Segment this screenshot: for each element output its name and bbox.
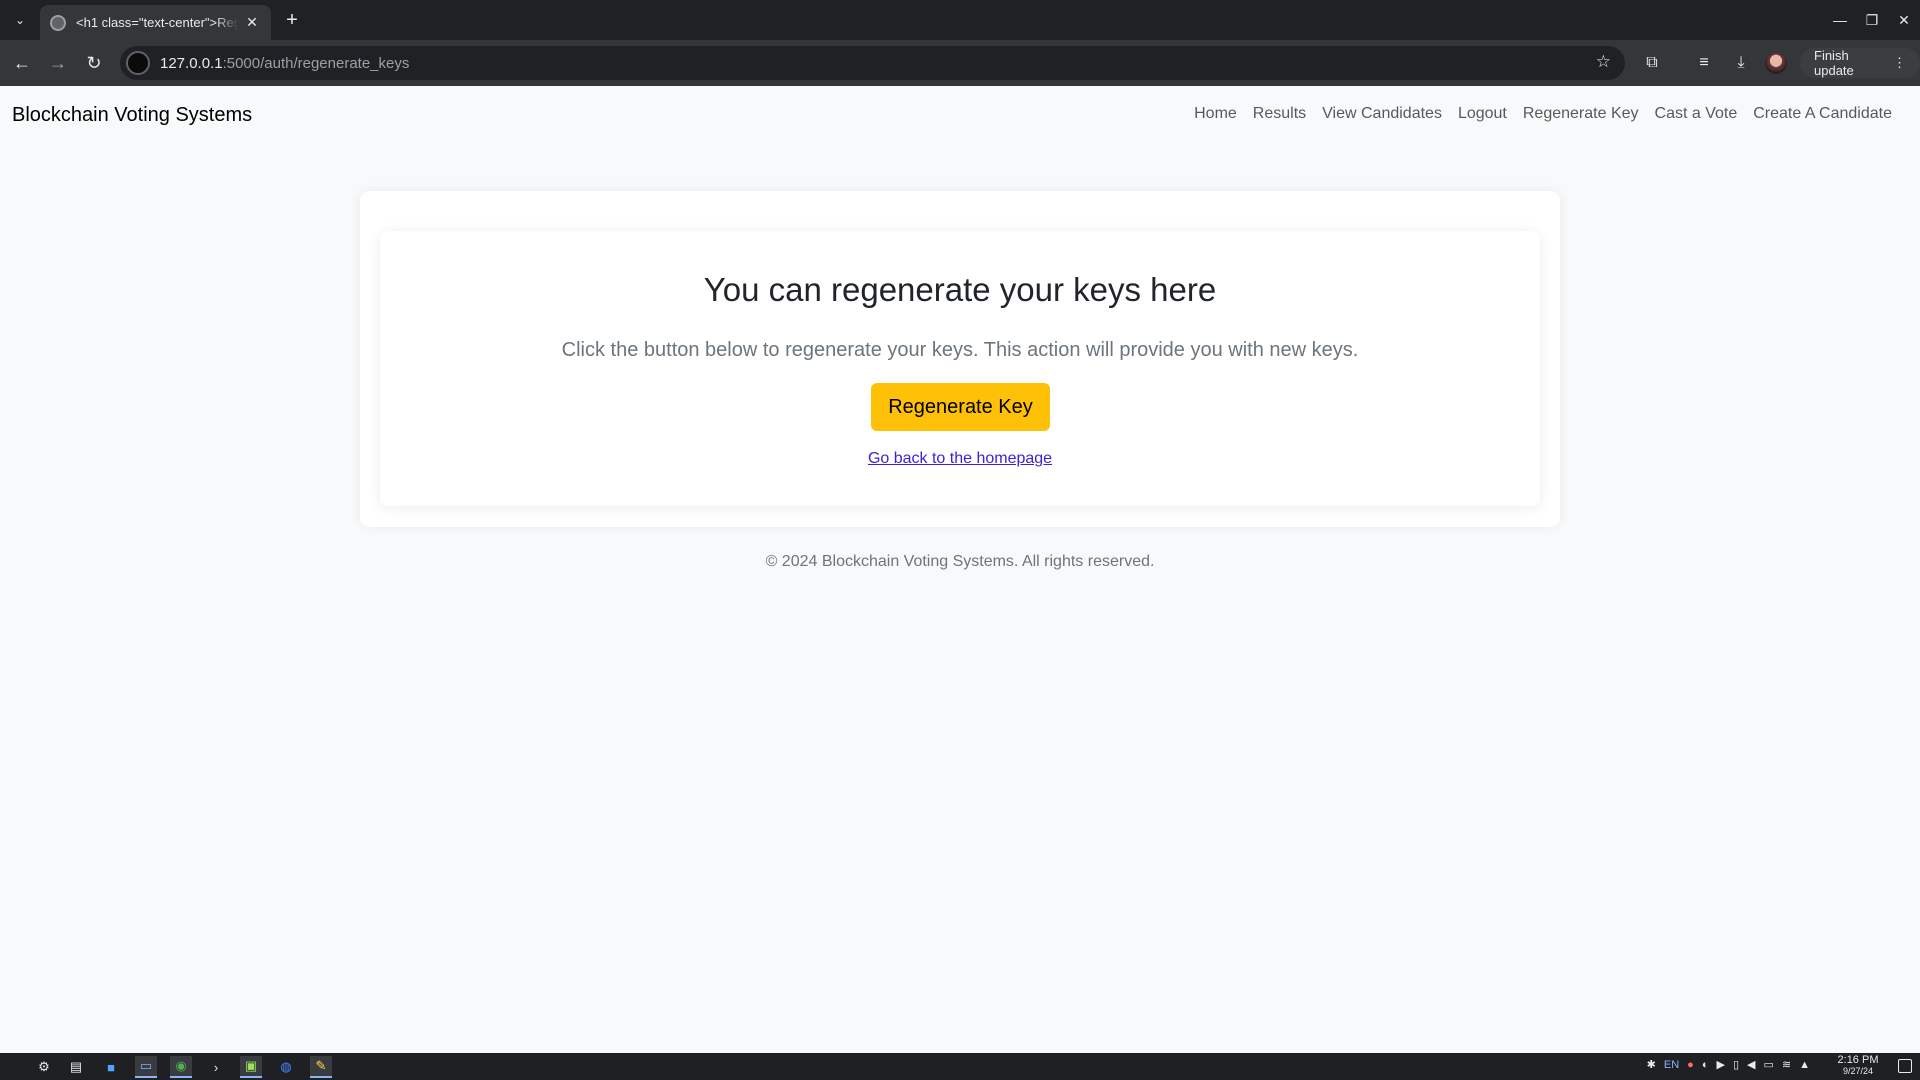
finish-update-button[interactable]: Finish update ⋮ bbox=[1800, 48, 1920, 78]
reload-icon[interactable]: ↻ bbox=[80, 49, 108, 77]
description-text: Click the button below to regenerate you… bbox=[561, 339, 1359, 361]
download-icon[interactable]: ⤓ bbox=[1727, 49, 1755, 77]
os-taskbar: ⚙ ▤ ■ ▭ ◉ › ▣ ◍ ✎ ✱ EN ● ◐ ▶ ▯ ◀ ▭ ≋ ▲ 2… bbox=[0, 1053, 1920, 1080]
play-icon[interactable]: ▶ bbox=[1716, 1058, 1724, 1071]
task-manager-icon[interactable]: ▤ bbox=[65, 1056, 87, 1078]
tab-title: <h1 class="text-center">Regenerate Keys<… bbox=[76, 15, 239, 30]
finish-update-label: Finish update bbox=[1814, 48, 1854, 78]
color-picker-icon[interactable]: ● bbox=[1687, 1059, 1694, 1071]
bookmark-star-icon[interactable]: ☆ bbox=[1596, 52, 1611, 72]
browser-tab-bar: ⌄ <h1 class="text-center">Regenerate Key… bbox=[0, 0, 1920, 40]
notes-icon[interactable]: ✎ bbox=[310, 1056, 332, 1078]
notifications-icon[interactable]: ✱ bbox=[1647, 1058, 1656, 1071]
nav-link-view-candidates[interactable]: View Candidates bbox=[1314, 105, 1450, 123]
window-controls: — ❐ ✕ bbox=[1824, 0, 1920, 40]
url-path: :5000/auth/regenerate_keys bbox=[222, 54, 410, 72]
globe-icon bbox=[50, 14, 66, 31]
nav-link-create-candidate[interactable]: Create A Candidate bbox=[1745, 105, 1900, 123]
nav-link-home[interactable]: Home bbox=[1186, 105, 1245, 123]
homepage-link[interactable]: Go back to the homepage bbox=[380, 450, 1540, 468]
clock[interactable]: 2:16 PM 9/27/24 bbox=[1832, 1055, 1884, 1077]
chrome-icon[interactable]: ◉ bbox=[170, 1056, 192, 1078]
clock-date: 9/27/24 bbox=[1842, 1066, 1874, 1076]
menu-kebab-icon: ⋮ bbox=[1893, 55, 1906, 70]
forward-icon[interactable]: → bbox=[44, 49, 72, 77]
browser-tab[interactable]: <h1 class="text-center">Regenerate Keys<… bbox=[40, 5, 271, 40]
show-desktop-icon[interactable] bbox=[1898, 1059, 1912, 1073]
footer-text: © 2024 Blockchain Voting Systems. All ri… bbox=[765, 553, 1155, 570]
app-launcher-icon[interactable]: ⚙ bbox=[33, 1056, 55, 1078]
url-host: 127.0.0.1 bbox=[160, 54, 223, 72]
store-icon[interactable]: ■ bbox=[100, 1056, 122, 1078]
back-icon[interactable]: ← bbox=[8, 49, 36, 77]
address-bar[interactable]: 127.0.0.1:5000/auth/regenerate_keys ☆ bbox=[120, 46, 1625, 80]
close-window-icon[interactable]: ✕ bbox=[1888, 0, 1920, 40]
extensions-icon[interactable]: ⧉ bbox=[1638, 49, 1666, 77]
container-card: You can regenerate your keys here Click … bbox=[360, 191, 1560, 527]
restore-icon[interactable]: ❐ bbox=[1856, 0, 1888, 40]
file-manager-icon[interactable]: ▭ bbox=[135, 1056, 157, 1078]
system-tray: ✱ EN ● ◐ ▶ ▯ ◀ ▭ ≋ ▲ bbox=[1647, 1058, 1810, 1072]
clock-time: 2:16 PM bbox=[1837, 1054, 1879, 1066]
regenerate-key-button[interactable]: Regenerate Key bbox=[871, 383, 1050, 431]
terminal-icon[interactable]: › bbox=[205, 1056, 227, 1078]
nav-link-regenerate-key[interactable]: Regenerate Key bbox=[1515, 105, 1647, 123]
regenerate-card: You can regenerate your keys here Click … bbox=[380, 231, 1540, 506]
profile-avatar[interactable] bbox=[1765, 52, 1787, 74]
tab-search-icon[interactable]: ⌄ bbox=[8, 8, 32, 32]
language-indicator[interactable]: EN bbox=[1664, 1059, 1679, 1071]
page-title: You can regenerate your keys here bbox=[703, 271, 1217, 308]
tray-expand-icon[interactable]: ▲ bbox=[1799, 1059, 1810, 1071]
battery-icon[interactable]: ▭ bbox=[1763, 1058, 1773, 1071]
close-tab-icon[interactable]: ✕ bbox=[243, 14, 261, 31]
nav-links: Home Results View Candidates Logout Rege… bbox=[1186, 105, 1900, 123]
nav-link-cast-vote[interactable]: Cast a Vote bbox=[1647, 105, 1746, 123]
nav-link-logout[interactable]: Logout bbox=[1450, 105, 1515, 123]
new-tab-icon[interactable]: + bbox=[280, 8, 304, 32]
wifi-icon[interactable]: ≋ bbox=[1782, 1058, 1791, 1071]
media-control-icon[interactable]: ≡ bbox=[1690, 49, 1718, 77]
minimize-icon[interactable]: — bbox=[1824, 0, 1856, 40]
browser-toolbar: ← → ↻ 127.0.0.1:5000/auth/regenerate_key… bbox=[0, 40, 1920, 86]
pycharm-icon[interactable]: ▣ bbox=[240, 1056, 262, 1078]
browser-globe-icon[interactable]: ◍ bbox=[275, 1056, 297, 1078]
page-content: Blockchain Voting Systems Home Results V… bbox=[0, 86, 1920, 1053]
nav-link-results[interactable]: Results bbox=[1245, 105, 1314, 123]
clipboard-icon[interactable]: ▯ bbox=[1733, 1058, 1739, 1071]
media-player-icon[interactable]: ◐ bbox=[1702, 1059, 1709, 1071]
navbar-brand[interactable]: Blockchain Voting Systems bbox=[12, 104, 252, 127]
site-navbar: Blockchain Voting Systems Home Results V… bbox=[0, 86, 1920, 144]
site-info-icon[interactable] bbox=[126, 51, 150, 75]
volume-icon[interactable]: ◀ bbox=[1747, 1058, 1755, 1071]
